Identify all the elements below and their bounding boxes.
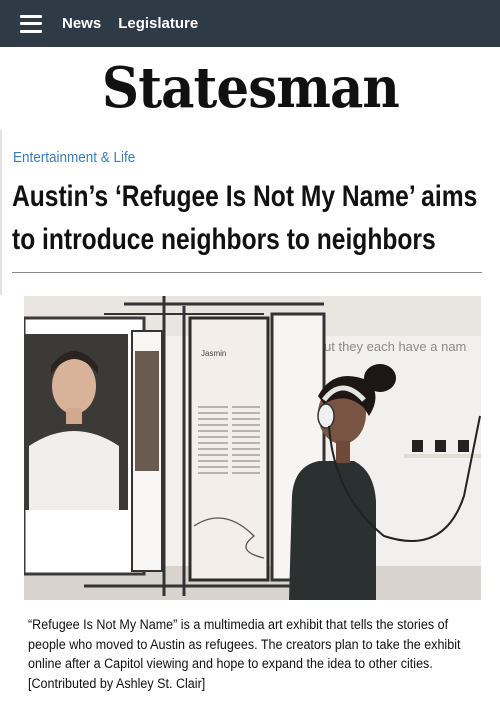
headline-divider — [12, 272, 482, 273]
menu-icon[interactable] — [20, 14, 42, 33]
article-headline: Austin’s ‘Refugee Is Not My Name’ aims t… — [12, 175, 478, 261]
section-label[interactable]: Entertainment & Life — [13, 149, 135, 166]
top-nav-bar: News Legislature — [0, 0, 500, 47]
nav-link-news[interactable]: News — [62, 15, 101, 32]
article-photo: ut they each have a nam Jasmin — [24, 296, 481, 600]
site-logo[interactable]: Statesman — [101, 55, 399, 121]
photo-caption: “Refugee Is Not My Name” is a multimedia… — [28, 617, 461, 691]
panel-name: Jasmin — [201, 349, 226, 358]
wall-text: ut they each have a nam — [324, 339, 466, 354]
exhibit-photo-illustration: ut they each have a nam Jasmin — [24, 296, 481, 600]
headline-line-1: Austin’s ‘Refugee Is Not My Name’ aims — [12, 180, 478, 213]
masthead: Statesman — [0, 47, 500, 129]
left-divider — [0, 130, 2, 295]
headline-line-2: to introduce neighbors to neighbors — [12, 223, 436, 256]
nav-link-legislature[interactable]: Legislature — [118, 15, 198, 32]
